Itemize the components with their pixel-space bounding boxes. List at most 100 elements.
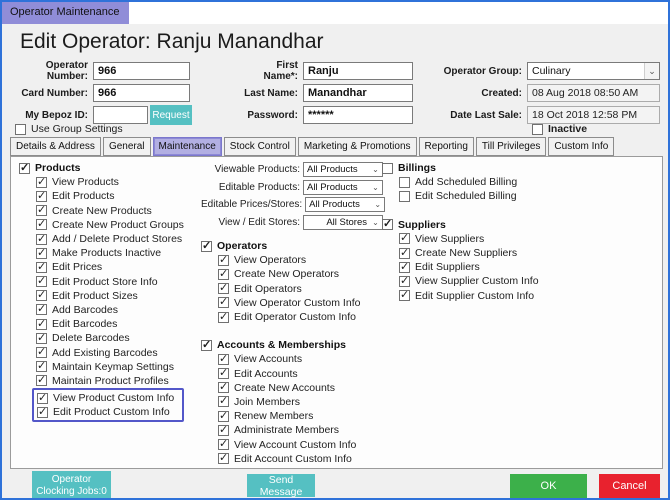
section-checkbox-accounts-memberships[interactable]: Accounts & Memberships <box>201 338 383 352</box>
dropdown-view-edit-stores[interactable]: All Stores⌄ <box>303 215 383 230</box>
checkbox-item-create-new-products[interactable]: Create New Products <box>19 204 201 218</box>
checkbox-item-add-barcodes[interactable]: Add Barcodes <box>19 303 201 317</box>
checkbox-item-view-operator-custom-info[interactable]: View Operator Custom Info <box>201 296 383 310</box>
send-message-button[interactable]: Send Message <box>247 474 315 497</box>
checkbox-icon[interactable] <box>36 333 47 344</box>
password-input[interactable] <box>303 106 413 124</box>
first-name-input[interactable] <box>303 62 413 80</box>
checkbox-item-edit-suppliers[interactable]: Edit Suppliers <box>382 260 582 274</box>
checkbox-icon[interactable] <box>36 361 47 372</box>
checkbox-item-edit-scheduled-billing[interactable]: Edit Scheduled Billing <box>382 189 582 203</box>
checkbox-item-create-new-suppliers[interactable]: Create New Suppliers <box>382 246 582 260</box>
checkbox-item-edit-product-sizes[interactable]: Edit Product Sizes <box>19 289 201 303</box>
checkbox-icon[interactable] <box>218 312 229 323</box>
checkbox-icon[interactable] <box>36 262 47 273</box>
checkbox-item-edit-supplier-custom-info[interactable]: Edit Supplier Custom Info <box>382 289 582 303</box>
checkbox-item-edit-accounts[interactable]: Edit Accounts <box>201 367 383 381</box>
checkbox-icon[interactable] <box>201 241 212 252</box>
checkbox-icon[interactable] <box>218 382 229 393</box>
checkbox-item-administrate-members[interactable]: Administrate Members <box>201 423 383 437</box>
checkbox-icon[interactable] <box>218 411 229 422</box>
checkbox-icon[interactable] <box>399 248 410 259</box>
checkbox-icon[interactable] <box>382 163 393 174</box>
tab-reporting[interactable]: Reporting <box>419 137 474 156</box>
checkbox-item-create-new-operators[interactable]: Create New Operators <box>201 267 383 281</box>
checkbox-icon[interactable] <box>218 368 229 379</box>
checkbox-icon[interactable] <box>36 177 47 188</box>
tab-stock-control[interactable]: Stock Control <box>224 137 296 156</box>
checkbox-item-edit-product-custom-info[interactable]: Edit Product Custom Info <box>37 405 179 419</box>
tab-marketing-promotions[interactable]: Marketing & Promotions <box>298 137 417 156</box>
checkbox-icon[interactable] <box>36 304 47 315</box>
checkbox-icon[interactable] <box>36 375 47 386</box>
checkbox-icon[interactable] <box>36 276 47 287</box>
checkbox-icon[interactable] <box>36 248 47 259</box>
tab-till-privileges[interactable]: Till Privileges <box>476 137 547 156</box>
checkbox-item-add-existing-barcodes[interactable]: Add Existing Barcodes <box>19 345 201 359</box>
checkbox-icon[interactable] <box>201 340 212 351</box>
checkbox-item-maintain-product-profiles[interactable]: Maintain Product Profiles <box>19 374 201 388</box>
tab-general[interactable]: General <box>103 137 151 156</box>
checkbox-item-view-product-custom-info[interactable]: View Product Custom Info <box>37 391 179 405</box>
section-checkbox-products[interactable]: Products <box>19 161 201 175</box>
checkbox-icon[interactable] <box>218 255 229 266</box>
checkbox-icon[interactable] <box>399 191 410 202</box>
checkbox-item-edit-prices[interactable]: Edit Prices <box>19 260 201 274</box>
checkbox-icon[interactable] <box>36 319 47 330</box>
checkbox-item-edit-account-custom-info[interactable]: Edit Account Custom Info <box>201 452 383 466</box>
checkbox-icon[interactable] <box>218 396 229 407</box>
checkbox-item-make-products-inactive[interactable]: Make Products Inactive <box>19 246 201 260</box>
checkbox-icon[interactable] <box>36 290 47 301</box>
checkbox-icon[interactable] <box>36 234 47 245</box>
checkbox-item-maintain-keymap-settings[interactable]: Maintain Keymap Settings <box>19 360 201 374</box>
cancel-button[interactable]: Cancel <box>599 474 660 498</box>
checkbox-item-view-supplier-custom-info[interactable]: View Supplier Custom Info <box>382 274 582 288</box>
inactive-checkbox-row[interactable]: Inactive <box>532 123 587 135</box>
request-button[interactable]: Request <box>150 105 192 125</box>
checkbox-icon[interactable] <box>218 453 229 464</box>
checkbox-icon[interactable] <box>399 290 410 301</box>
checkbox-item-view-products[interactable]: View Products <box>19 175 201 189</box>
dropdown-editable-products[interactable]: All Products⌄ <box>303 180 383 195</box>
card-number-input[interactable] <box>93 84 190 102</box>
checkbox-icon[interactable] <box>532 124 543 135</box>
window-title-tab[interactable]: Operator Maintenance <box>2 2 129 24</box>
checkbox-icon[interactable] <box>399 233 410 244</box>
checkbox-item-join-members[interactable]: Join Members <box>201 395 383 409</box>
last-name-input[interactable] <box>303 84 413 102</box>
checkbox-item-edit-operator-custom-info[interactable]: Edit Operator Custom Info <box>201 310 383 324</box>
checkbox-icon[interactable] <box>218 439 229 450</box>
checkbox-item-create-new-accounts[interactable]: Create New Accounts <box>201 381 383 395</box>
checkbox-item-edit-barcodes[interactable]: Edit Barcodes <box>19 317 201 331</box>
checkbox-icon[interactable] <box>399 177 410 188</box>
checkbox-item-view-operators[interactable]: View Operators <box>201 253 383 267</box>
checkbox-item-view-account-custom-info[interactable]: View Account Custom Info <box>201 437 383 451</box>
checkbox-icon[interactable] <box>382 219 393 230</box>
dropdown-editable-prices-stores[interactable]: All Products⌄ <box>305 197 385 212</box>
section-checkbox-billings[interactable]: Billings <box>382 161 582 175</box>
checkbox-icon[interactable] <box>218 269 229 280</box>
checkbox-icon[interactable] <box>218 425 229 436</box>
checkbox-item-view-accounts[interactable]: View Accounts <box>201 352 383 366</box>
tab-custom-info[interactable]: Custom Info <box>548 137 614 156</box>
checkbox-item-create-new-product-groups[interactable]: Create New Product Groups <box>19 218 201 232</box>
operator-group-select[interactable]: Culinary ⌄ <box>527 62 660 80</box>
checkbox-item-add-scheduled-billing[interactable]: Add Scheduled Billing <box>382 175 582 189</box>
checkbox-item-add-delete-product-stores[interactable]: Add / Delete Product Stores <box>19 232 201 246</box>
checkbox-icon[interactable] <box>36 205 47 216</box>
operator-clocking-jobs-button[interactable]: Operator Clocking Jobs:0 <box>32 471 111 498</box>
checkbox-icon[interactable] <box>19 163 30 174</box>
dropdown-viewable-products[interactable]: All Products⌄ <box>303 162 383 177</box>
operator-number-input[interactable] <box>93 62 190 80</box>
checkbox-item-delete-barcodes[interactable]: Delete Barcodes <box>19 331 201 345</box>
section-checkbox-suppliers[interactable]: Suppliers <box>382 218 582 232</box>
ok-button[interactable]: OK <box>510 474 587 498</box>
checkbox-icon[interactable] <box>37 407 48 418</box>
checkbox-icon[interactable] <box>36 219 47 230</box>
tab-maintenance[interactable]: Maintenance <box>153 137 222 156</box>
checkbox-icon[interactable] <box>37 393 48 404</box>
checkbox-icon[interactable] <box>36 347 47 358</box>
use-group-settings-checkbox-row[interactable]: Use Group Settings <box>15 123 123 135</box>
checkbox-item-view-suppliers[interactable]: View Suppliers <box>382 232 582 246</box>
checkbox-icon[interactable] <box>218 297 229 308</box>
